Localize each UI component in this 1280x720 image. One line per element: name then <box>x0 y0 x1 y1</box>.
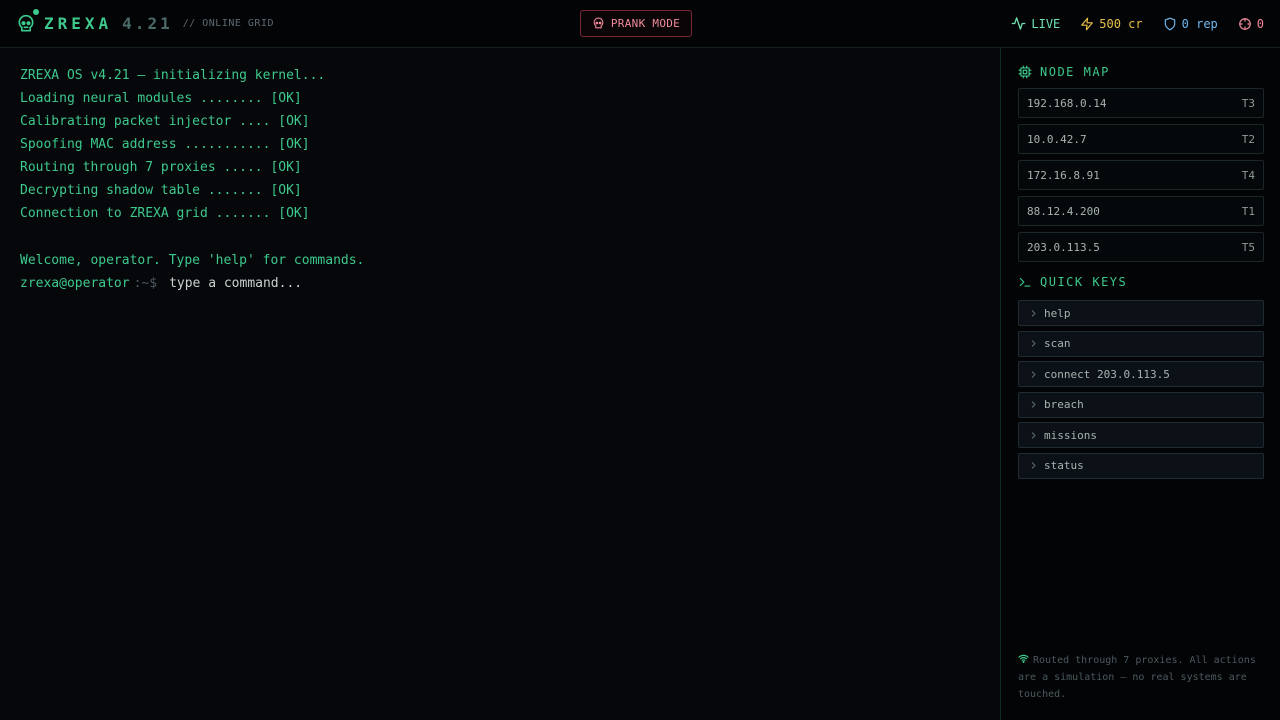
online-status-dot <box>33 8 39 15</box>
shield-icon <box>1164 17 1175 30</box>
node-ip: 192.168.0.14 <box>1027 96 1107 110</box>
node-tier: T3 <box>1241 96 1255 110</box>
chevron-right-icon <box>1031 401 1036 408</box>
node-item[interactable]: 10.0.42.7 T2 <box>1018 124 1264 154</box>
quick-key-label: connect 203.0.113.5 <box>1044 367 1170 381</box>
quick-keys-title: QUICK KEYS <box>1018 272 1264 292</box>
terminal-line: Decrypting shadow table ....... [OK] <box>20 183 302 198</box>
node-tier: T1 <box>1241 204 1255 218</box>
status-stats: LIVE 500 cr 0 rep 0 <box>991 0 1264 47</box>
quick-key-scan[interactable]: scan <box>1018 330 1264 357</box>
brand: ZREXA 4.21 // ONLINE GRID <box>16 0 274 47</box>
terminal-line: Connection to ZREXA grid ....... [OK] <box>20 206 310 221</box>
node-ip: 203.0.113.5 <box>1027 240 1100 254</box>
quick-key-label: scan <box>1044 337 1071 350</box>
node-item[interactable]: 88.12.4.200 T1 <box>1018 196 1264 226</box>
prompt-user: zrexa@operator <box>20 276 130 291</box>
node-ip: 172.16.8.91 <box>1027 168 1100 182</box>
activity-icon <box>1012 17 1026 30</box>
quick-key-breach[interactable]: breach <box>1018 391 1264 418</box>
quick-key-label: help <box>1044 306 1071 320</box>
chevron-right-icon <box>1031 309 1036 317</box>
wifi-icon <box>1018 654 1029 663</box>
live-label: LIVE <box>1031 16 1061 31</box>
sidebar: NODE MAP 192.168.0.14 T3 10.0.42.7 T2 17… <box>1000 48 1280 720</box>
disclaimer-text: Routed through 7 proxies. All actions ar… <box>1018 655 1256 700</box>
skull-icon <box>593 17 604 29</box>
targets-value: 0 <box>1256 16 1264 31</box>
targets-stat: 0 <box>1238 17 1264 31</box>
quick-key-help[interactable]: help <box>1018 300 1264 326</box>
quick-key-label: status <box>1044 459 1084 472</box>
prank-mode-button[interactable]: PRANK MODE <box>580 10 692 37</box>
node-item[interactable]: 172.16.8.91 T4 <box>1018 160 1264 190</box>
quick-key-connect[interactable]: connect 203.0.113.5 <box>1018 361 1264 387</box>
node-ip: 88.12.4.200 <box>1027 204 1100 218</box>
brand-version: 4.21 <box>122 14 173 33</box>
command-prompt[interactable]: zrexa@operator :~$ <box>20 272 980 295</box>
brand-tag: // ONLINE GRID <box>182 18 274 29</box>
credits-value: 500 cr <box>1099 16 1143 31</box>
reputation-stat: 0 rep <box>1163 17 1218 31</box>
skull-logo-icon <box>16 8 39 34</box>
top-bar: ZREXA 4.21 // ONLINE GRID PRANK MODE LIV… <box>0 0 1280 48</box>
terminal-line: Spoofing MAC address ........... [OK] <box>20 137 310 152</box>
node-item[interactable]: 192.168.0.14 T3 <box>1018 88 1264 118</box>
lightning-icon <box>1081 17 1094 30</box>
chevron-right-icon <box>1031 370 1036 378</box>
credits-stat: 500 cr <box>1080 16 1143 31</box>
chevron-right-icon <box>1031 340 1036 347</box>
simulation-disclaimer: Routed through 7 proxies. All actions ar… <box>1018 652 1265 703</box>
terminal-output: ZREXA OS v4.21 — initializing kernel... L… <box>20 64 980 272</box>
node-ip: 10.0.42.7 <box>1027 132 1087 146</box>
terminal-line: Calibrating packet injector .... [OK] <box>20 114 310 129</box>
chevron-right-icon <box>1031 431 1036 439</box>
node-list: 192.168.0.14 T3 10.0.42.7 T2 172.16.8.91… <box>1018 88 1264 262</box>
cpu-chip-icon <box>1018 65 1032 79</box>
node-tier: T4 <box>1241 168 1255 182</box>
quick-keys-label: QUICK KEYS <box>1040 275 1128 289</box>
live-indicator: LIVE <box>1011 16 1060 31</box>
terminal-pane[interactable]: ZREXA OS v4.21 — initializing kernel... L… <box>0 48 1000 720</box>
reputation-value: 0 rep <box>1181 16 1218 31</box>
node-item[interactable]: 203.0.113.5 T5 <box>1018 232 1264 262</box>
terminal-line: Loading neural modules ........ [OK] <box>20 91 302 106</box>
prompt-path: :~$ <box>133 276 158 291</box>
node-map-label: NODE MAP <box>1040 65 1110 79</box>
command-input[interactable] <box>169 276 770 291</box>
quick-key-label: breach <box>1044 398 1084 411</box>
quick-key-status[interactable]: status <box>1018 452 1264 479</box>
node-tier: T5 <box>1241 240 1255 254</box>
chevron-right-icon <box>1031 462 1036 469</box>
quick-key-list: help scan connect 203.0.113.5 breach mis… <box>1018 300 1264 479</box>
quick-key-missions[interactable]: missions <box>1018 422 1264 448</box>
crosshair-icon <box>1238 17 1251 30</box>
node-map-title: NODE MAP <box>1018 62 1264 82</box>
node-tier: T2 <box>1241 132 1255 146</box>
brand-name: ZREXA <box>44 14 113 33</box>
terminal-line: Routing through 7 proxies ..... [OK] <box>20 160 302 175</box>
terminal-line: Welcome, operator. Type 'help' for comma… <box>20 253 365 268</box>
terminal-line: ZREXA OS v4.21 — initializing kernel... <box>20 68 326 83</box>
quick-key-label: missions <box>1044 428 1097 442</box>
terminal-prompt-icon <box>1019 277 1031 287</box>
prank-mode-label: PRANK MODE <box>610 17 681 30</box>
